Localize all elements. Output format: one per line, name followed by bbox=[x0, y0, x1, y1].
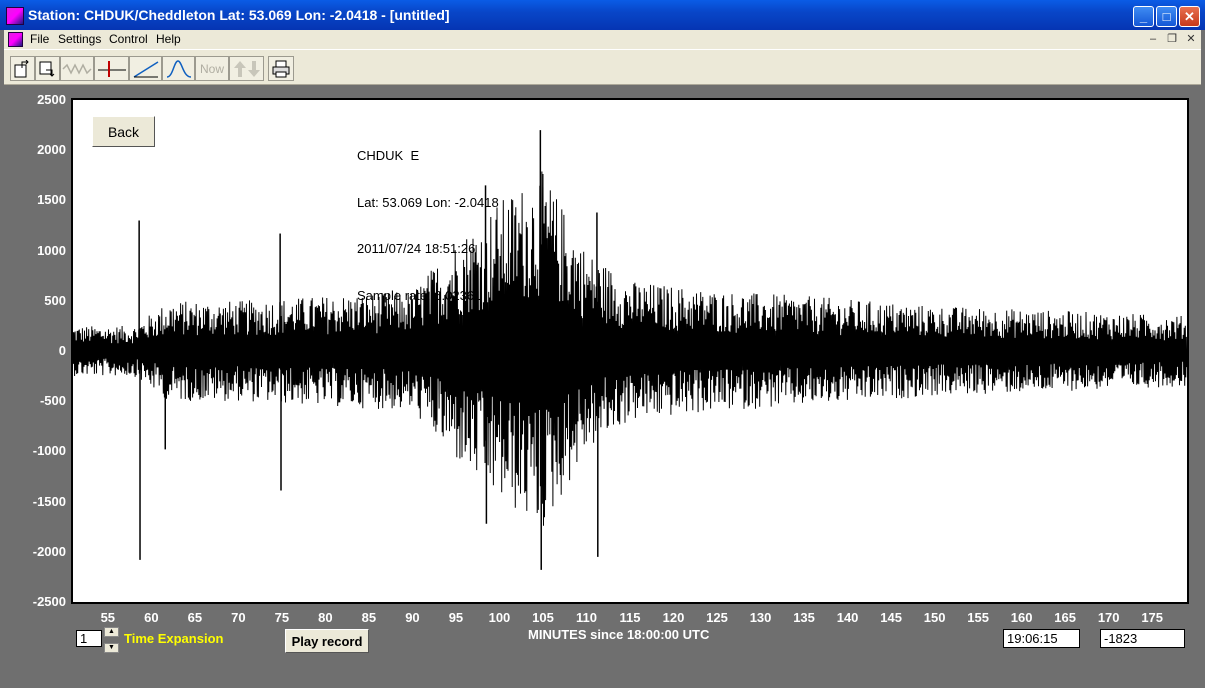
x-tick-label: 75 bbox=[274, 610, 290, 625]
mdi-minimize-icon[interactable]: – bbox=[1146, 32, 1160, 46]
open-file-button[interactable] bbox=[10, 56, 35, 81]
y-tick-label: 1000 bbox=[37, 242, 66, 258]
menu-settings[interactable]: Settings bbox=[58, 32, 101, 46]
time-expansion-input[interactable]: 1 bbox=[76, 630, 102, 647]
seismogram-panel[interactable] bbox=[71, 98, 1189, 604]
waveform-icon bbox=[62, 62, 92, 75]
seismogram-trace bbox=[73, 171, 1187, 526]
y-tick-label: 500 bbox=[44, 292, 66, 308]
y-tick-label: 0 bbox=[58, 343, 66, 358]
filter-curve-button[interactable] bbox=[162, 56, 195, 81]
y-tick-label: 2500 bbox=[37, 92, 66, 107]
x-tick-label: 155 bbox=[967, 610, 989, 625]
x-tick-label: 135 bbox=[793, 610, 815, 625]
marker-button[interactable] bbox=[94, 56, 129, 81]
y-tick-label: 1500 bbox=[37, 192, 66, 208]
info-line-datetime: 2011/07/24 18:51:26 bbox=[357, 241, 476, 256]
info-line-filter: Long period filter. Nat. freq: 4 s, Q: 0… bbox=[357, 334, 629, 349]
mdi-restore-icon[interactable]: ❐ bbox=[1165, 32, 1179, 46]
x-tick-label: 125 bbox=[706, 610, 728, 625]
marker-icon bbox=[97, 60, 126, 77]
y-tick-label: -1500 bbox=[32, 493, 66, 509]
app-icon[interactable] bbox=[6, 7, 24, 25]
x-tick-label: 130 bbox=[749, 610, 772, 625]
x-tick-label: 80 bbox=[318, 610, 333, 625]
close-button[interactable]: ✕ bbox=[1179, 6, 1200, 27]
x-tick-label: 175 bbox=[1141, 610, 1164, 625]
value-readout: -1823 bbox=[1100, 629, 1185, 648]
info-line-coords: Lat: 53.069 Lon: -2.0418 bbox=[357, 194, 499, 210]
print-button[interactable] bbox=[268, 56, 294, 81]
up-down-arrows-icon bbox=[233, 60, 260, 77]
spin-down-button[interactable]: ▼ bbox=[104, 643, 119, 653]
printer-icon bbox=[272, 60, 290, 77]
title-bar: Station: CHDUK/Cheddleton Lat: 53.069 Lo… bbox=[0, 0, 1205, 30]
x-tick-label: 65 bbox=[187, 610, 203, 625]
x-tick-label: 170 bbox=[1097, 610, 1120, 625]
x-axis-label: MINUTES since 18:00:00 UTC bbox=[528, 627, 710, 642]
x-tick-label: 140 bbox=[836, 610, 859, 625]
minimize-button[interactable]: _ bbox=[1133, 6, 1154, 27]
x-tick-label: 165 bbox=[1054, 610, 1076, 625]
scale-arrows-button[interactable] bbox=[229, 56, 264, 81]
document-icon[interactable] bbox=[8, 32, 23, 47]
x-tick-label: 115 bbox=[619, 610, 641, 625]
y-tick-label: -1000 bbox=[32, 443, 66, 459]
x-tick-label: 150 bbox=[923, 610, 946, 625]
x-tick-label: 55 bbox=[100, 610, 116, 625]
menu-help[interactable]: Help bbox=[156, 32, 181, 46]
station-info: CHDUK E Lat: 53.069 Lon: -2.0418 2011/07… bbox=[357, 117, 628, 365]
y-tick-label: -2000 bbox=[32, 543, 66, 559]
x-tick-label: 100 bbox=[488, 610, 511, 625]
info-line-station: CHDUK E bbox=[357, 148, 420, 163]
y-tick-label: -500 bbox=[39, 393, 66, 409]
x-tick-label: 120 bbox=[662, 610, 685, 625]
x-tick-label: 85 bbox=[361, 610, 377, 625]
back-button[interactable]: Back bbox=[92, 116, 155, 147]
open-file-icon bbox=[14, 59, 29, 77]
filter-curve-icon bbox=[166, 59, 191, 78]
info-line-sample-rate: Sample rate: 6.02361 bbox=[357, 287, 482, 303]
save-file-button[interactable] bbox=[35, 56, 60, 81]
seismogram-chart bbox=[73, 130, 1187, 570]
spin-up-button[interactable]: ▲ bbox=[104, 627, 119, 637]
x-tick-label: 95 bbox=[448, 610, 464, 625]
x-tick-label: 145 bbox=[880, 610, 902, 625]
x-tick-label: 160 bbox=[1010, 610, 1033, 625]
save-file-icon bbox=[39, 61, 54, 77]
menu-control[interactable]: Control bbox=[109, 32, 148, 46]
menu-bar: File Settings Control Help – ❐ ✕ bbox=[4, 30, 1201, 49]
x-tick-label: 70 bbox=[231, 610, 246, 625]
time-readout: 19:06:15 bbox=[1003, 629, 1080, 648]
waveform-button[interactable] bbox=[60, 56, 94, 81]
window-title: Station: CHDUK/Cheddleton Lat: 53.069 Lo… bbox=[28, 7, 450, 23]
y-tick-label: -2500 bbox=[32, 594, 66, 609]
x-tick-label: 60 bbox=[144, 610, 159, 625]
toolbar: Now bbox=[4, 49, 1201, 85]
y-tick-label: 2000 bbox=[37, 142, 66, 158]
trend-button[interactable] bbox=[129, 56, 162, 81]
x-tick-label: 105 bbox=[532, 610, 554, 625]
now-button[interactable]: Now bbox=[195, 56, 229, 81]
mdi-close-icon[interactable]: ✕ bbox=[1184, 32, 1198, 46]
maximize-button[interactable]: □ bbox=[1156, 6, 1177, 27]
x-tick-label: 110 bbox=[575, 610, 597, 625]
trend-icon bbox=[133, 60, 158, 78]
menu-file[interactable]: File bbox=[30, 32, 49, 46]
x-tick-label: 90 bbox=[405, 610, 420, 625]
play-record-button[interactable]: Play record bbox=[285, 629, 369, 653]
time-expansion-label: Time Expansion bbox=[124, 631, 224, 646]
